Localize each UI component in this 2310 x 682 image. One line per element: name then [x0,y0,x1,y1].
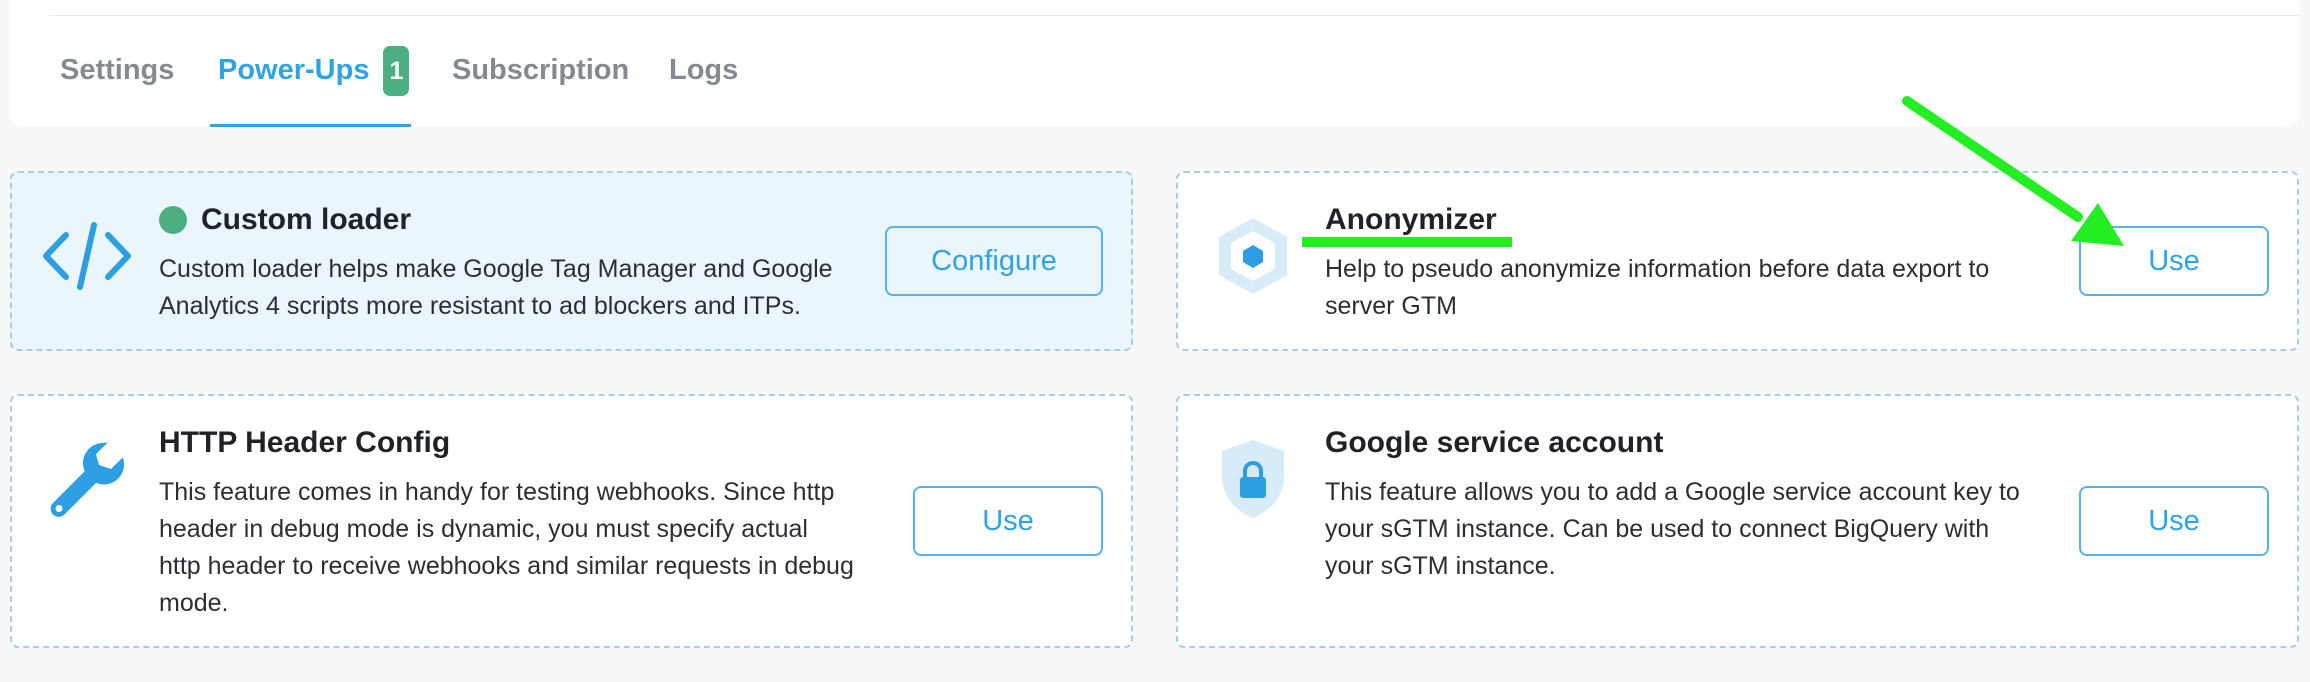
divider [49,15,2300,16]
card-description: Custom loader helps make Google Tag Mana… [159,251,833,325]
tab-label: Subscription [452,54,630,86]
card-title-text: Custom loader [201,203,412,236]
shield-lock-icon [1208,434,1298,524]
description-line: your sGTM instance. [1325,552,1556,580]
tab-power-ups[interactable]: Power-Ups 1 [210,40,411,127]
tab-subscription[interactable]: Subscription [452,40,629,127]
card-title-text: Google service account [1325,426,1664,459]
power-up-card-http-header-config: HTTP Header Config This feature comes in… [10,394,1133,648]
wrench-icon [42,434,132,524]
configure-button[interactable]: Configure [885,226,1103,296]
power-up-card-google-service-account: Google service account This feature allo… [1176,394,2299,648]
tab-count-badge: 1 [383,46,410,96]
hexagon-icon [1208,211,1298,301]
description-line: http header to receive webhooks and simi… [159,552,854,580]
card-description: This feature comes in handy for testing … [159,474,854,622]
tab-label: Power-Ups [218,54,370,86]
tab-label: Settings [60,54,175,86]
power-up-card-anonymizer: Anonymizer Help to pseudo anonymize info… [1176,171,2299,351]
tab-logs[interactable]: Logs [669,40,738,127]
status-indicator [159,206,187,234]
description-line: This feature comes in handy for testing … [159,478,835,506]
tab-label: Logs [669,54,739,86]
description-line: server GTM [1325,292,1457,320]
card-title: Custom loader [159,203,411,237]
code-icon [42,211,132,301]
description-line: your sGTM instance. Can be used to conne… [1325,515,1990,543]
description-line: mode. [159,589,229,617]
description-line: Help to pseudo anonymize information bef… [1325,255,1990,283]
page-root: Settings Power-Ups 1 Subscription Logs C… [0,0,2310,682]
description-line: This feature allows you to add a Google … [1325,478,2020,506]
card-title: Anonymizer [1325,203,1497,237]
description-line: Custom loader helps make Google Tag Mana… [159,255,833,283]
power-up-card-custom-loader: Custom loader Custom loader helps make G… [10,171,1133,351]
card-title: Google service account [1325,426,1663,460]
anonymizer-use-button[interactable]: Use [2079,226,2269,296]
description-line: Analytics 4 scripts more resistant to ad… [159,292,801,320]
http-header-use-button[interactable]: Use [913,486,1103,556]
card-title-text: Anonymizer [1325,203,1497,236]
tab-settings[interactable]: Settings [60,40,174,127]
card-title-text: HTTP Header Config [159,426,451,459]
card-description: This feature allows you to add a Google … [1325,474,2020,585]
service-account-use-button[interactable]: Use [2079,486,2269,556]
tabs-bar: Settings Power-Ups 1 Subscription Logs [9,0,2300,127]
card-description: Help to pseudo anonymize information bef… [1325,251,1989,325]
card-title: HTTP Header Config [159,426,450,460]
description-line: header in debug mode is dynamic, you mus… [159,515,808,543]
